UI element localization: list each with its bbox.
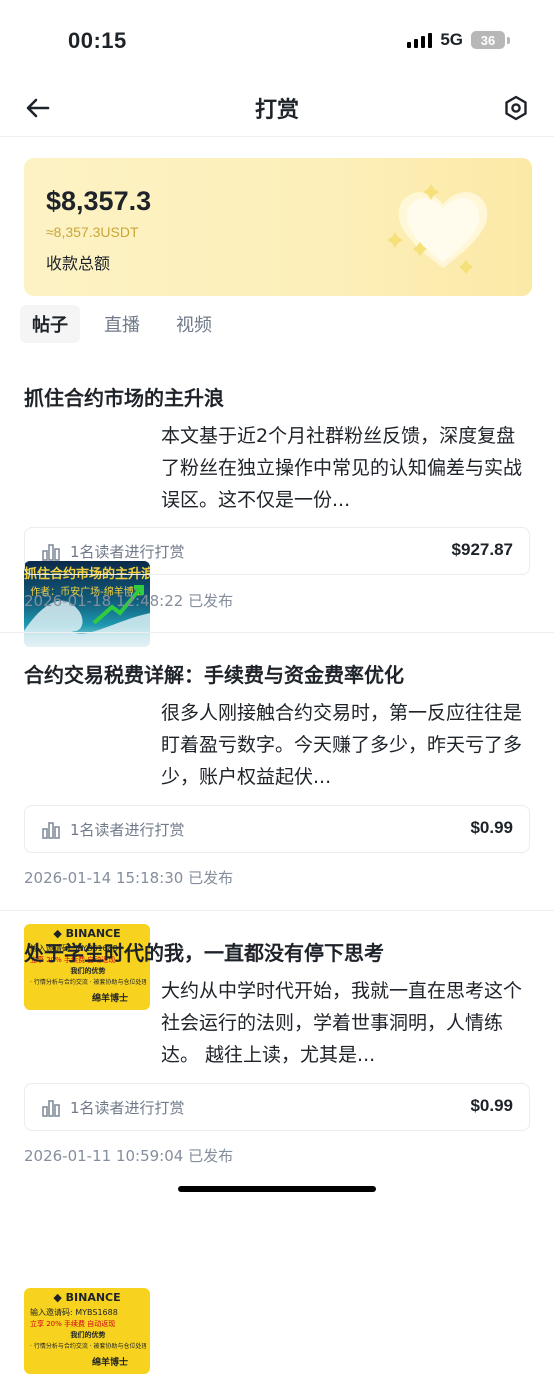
bar-chart-icon — [41, 820, 61, 840]
tip-readers-box[interactable]: 1名读者进行打赏 $0.99 — [24, 805, 530, 853]
status-time: 00:15 — [68, 28, 127, 53]
tip-readers-text: 1名读者进行打赏 — [70, 821, 185, 839]
page-title: 打赏 — [254, 98, 299, 123]
tip-summary-card: $8,357.3 ≈8,357.3USDT 收款总额 — [24, 158, 532, 296]
thumbnail-signature: 绵羊博士 — [91, 994, 128, 1004]
tab-posts[interactable]: 帖子 — [20, 305, 80, 343]
post-thumbnail[interactable]: ◆ BINANCE 输入邀请码: MYBS1688 立享 20% 手续费 自动返… — [24, 1288, 150, 1374]
tip-readers-text: 1名读者进行打赏 — [70, 1099, 185, 1117]
post-excerpt[interactable]: 很多人刚接触合约交易时，第一反应往往是盯着盈亏数字。今天赚了多少，昨天亏了多少，… — [161, 697, 531, 793]
thumbnail-line: 立享 20% 手续费 自动返现 — [30, 1320, 116, 1328]
post-title[interactable]: 处于学生时代的我，一直都没有停下思考 — [24, 937, 384, 966]
tab-videos[interactable]: 视频 — [164, 305, 224, 343]
tip-readers-text: 1名读者进行打赏 — [70, 543, 185, 561]
post-date: 2026-01-18 12:48:22 已发布 — [24, 592, 234, 610]
tip-amount: $927.87 — [451, 540, 513, 559]
bar-chart-icon — [41, 1098, 61, 1118]
home-indicator[interactable] — [178, 1186, 376, 1192]
tab-live[interactable]: 直播 — [92, 305, 152, 343]
post-date: 2026-01-11 10:59:04 已发布 — [24, 1147, 234, 1165]
thumbnail-line: · 行情分析与合约交流 · 被套协助与仓位处理 · 专业级AI行情机器人 · 热… — [30, 979, 146, 986]
tip-readers-box[interactable]: 1名读者进行打赏 $0.99 — [24, 1083, 530, 1131]
status-bar: 00:15 5G 36 — [0, 0, 554, 80]
post-title[interactable]: 合约交易税费详解：手续费与资金费率优化 — [24, 659, 404, 688]
thumbnail-line: 输入邀请码: MYBS1688 — [30, 1308, 118, 1317]
post-date: 2026-01-14 15:18:30 已发布 — [24, 869, 234, 887]
total-amount-usdt: ≈8,357.3USDT — [46, 224, 139, 240]
battery-level: 36 — [471, 31, 505, 49]
thumbnail-line: 我们的优势 — [70, 1331, 106, 1339]
thumbnail-line: 我们的优势 — [70, 967, 106, 975]
heart-icon — [387, 176, 498, 276]
post-excerpt[interactable]: 本文基于近2个月社群粉丝反馈，深度复盘了粉丝在独立操作中常见的认知偏差与实战误区… — [161, 420, 531, 516]
network-type: 5G — [440, 30, 463, 49]
bar-chart-icon — [41, 542, 61, 562]
thumbnail-signature: 绵羊博士 — [91, 1358, 128, 1368]
binance-logo: ◆ BINANCE — [53, 1291, 121, 1304]
divider — [0, 632, 554, 633]
thumbnail-line: · 行情分析与合约交流 · 被套协助与仓位处理 · 专业级AI行情机器人 · 热… — [30, 1343, 146, 1350]
divider — [0, 910, 554, 911]
post-title[interactable]: 抓住合约市场的主升浪 — [24, 382, 224, 411]
tip-amount: $0.99 — [470, 1096, 513, 1115]
post-excerpt[interactable]: 大约从中学时代开始，我就一直在思考这个社会运行的法则，学着世事洞明，人情练达。 … — [161, 975, 531, 1071]
tip-readers-box[interactable]: 1名读者进行打赏 $927.87 — [24, 527, 530, 575]
total-amount-label: 收款总额 — [46, 254, 111, 273]
signal-icon — [407, 32, 433, 48]
total-amount: $8,357.3 — [46, 186, 152, 216]
tip-amount: $0.99 — [470, 818, 513, 837]
status-indicators: 5G 36 — [407, 30, 510, 50]
hexagon-settings-icon[interactable] — [500, 92, 532, 124]
battery-icon: 36 — [471, 31, 510, 49]
page-header: 打赏 — [0, 80, 554, 137]
content-tabs: 帖子 直播 视频 — [20, 305, 224, 343]
